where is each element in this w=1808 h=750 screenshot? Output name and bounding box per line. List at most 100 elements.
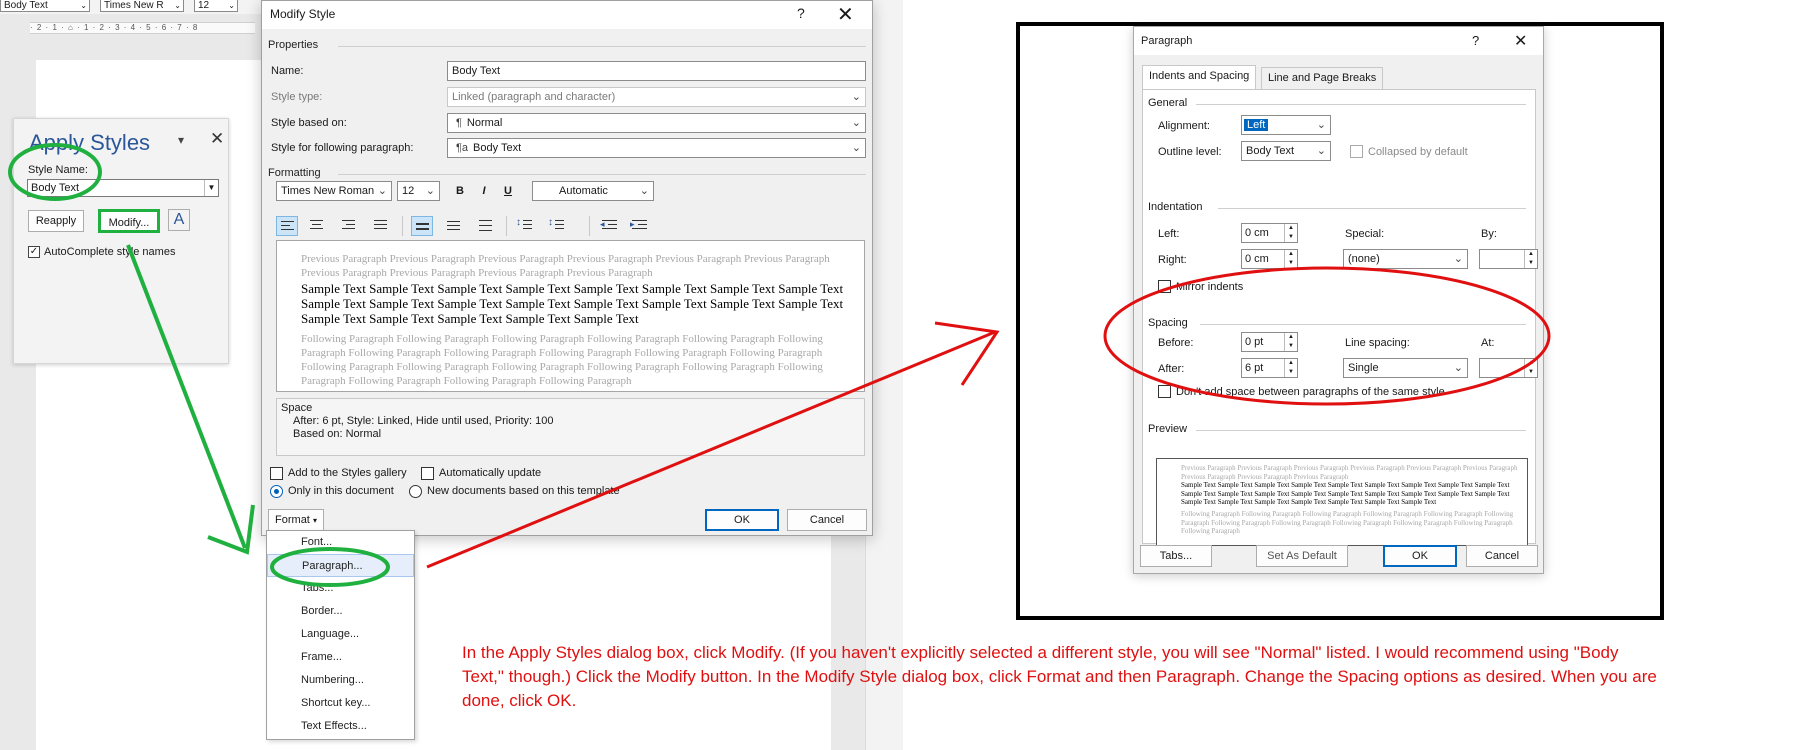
- special-label: Special:: [1345, 228, 1385, 240]
- auto-update-checkbox[interactable]: [421, 467, 434, 480]
- align-center-button[interactable]: [306, 216, 328, 236]
- right-indent-value: 0 cm: [1245, 253, 1269, 265]
- close-icon[interactable]: ✕: [837, 2, 854, 27]
- font-color-select[interactable]: Automatic ⌄: [532, 181, 654, 201]
- single-spacing-button[interactable]: [411, 216, 433, 236]
- close-icon[interactable]: ✕: [210, 129, 224, 149]
- up-down-arrow-icon: ↕: [516, 217, 521, 228]
- menu-item-language[interactable]: Language...: [267, 623, 414, 646]
- new-documents-radio[interactable]: [409, 485, 422, 498]
- name-value: Body Text: [452, 65, 501, 77]
- spinner-arrows-icon[interactable]: ▲ ▼: [1524, 359, 1537, 377]
- font-select[interactable]: Times New Roman ⌄: [276, 181, 392, 201]
- outline-level-label: Outline level:: [1158, 146, 1222, 158]
- help-icon[interactable]: ?: [797, 5, 805, 21]
- styles-pane-icon[interactable]: A: [168, 209, 190, 231]
- special-select[interactable]: (none) ⌄: [1343, 249, 1468, 269]
- based-on-select[interactable]: ¶ Normal ⌄: [447, 113, 866, 133]
- increase-indent-button[interactable]: ▸: [629, 216, 651, 236]
- cancel-button[interactable]: Cancel: [787, 509, 867, 531]
- size-value: 12: [402, 185, 415, 197]
- tabs-button[interactable]: Tabs...: [1140, 545, 1212, 567]
- modify-button[interactable]: Modify...: [98, 209, 160, 233]
- format-button[interactable]: Format ▾: [268, 509, 324, 531]
- before-spinner[interactable]: 0 pt ▲ ▼: [1241, 332, 1298, 352]
- dialog-title: Paragraph: [1141, 35, 1193, 47]
- format-button-label: Format: [275, 514, 310, 526]
- paragraph-dialog: Paragraph ? ✕ Indents and Spacing Line a…: [1133, 26, 1544, 574]
- spinner-arrows-icon[interactable]: ▲ ▼: [1284, 250, 1297, 268]
- preview-sample-text: Sample Text Sample Text Sample Text Samp…: [301, 281, 844, 326]
- left-indent-spinner[interactable]: 0 cm ▲ ▼: [1241, 223, 1298, 243]
- dont-add-space-checkbox[interactable]: [1158, 385, 1171, 398]
- tab-indents-and-spacing[interactable]: Indents and Spacing: [1142, 65, 1257, 90]
- increase-spacing-before-icon[interactable]: ↕: [514, 216, 536, 236]
- spinner-arrows-icon[interactable]: ▲ ▼: [1284, 359, 1297, 377]
- set-as-default-button[interactable]: Set As Default: [1256, 545, 1348, 567]
- style-name-input[interactable]: Body Text ▼: [27, 179, 219, 197]
- chevron-down-icon[interactable]: ▼: [204, 180, 218, 196]
- menu-item-frame[interactable]: Frame...: [267, 646, 414, 669]
- line-spacing-select[interactable]: Single ⌄: [1343, 358, 1468, 378]
- apply-styles-title: Apply Styles: [29, 130, 151, 155]
- help-icon[interactable]: ?: [1472, 33, 1479, 48]
- underline-button[interactable]: U: [498, 181, 518, 201]
- double-spacing-button[interactable]: [475, 216, 497, 236]
- menu-item-paragraph[interactable]: Paragraph...: [267, 554, 414, 577]
- spinner-arrows-icon[interactable]: ▲ ▼: [1284, 333, 1297, 351]
- menu-item-font[interactable]: Font...: [267, 531, 414, 554]
- menu-item-shortcut-key[interactable]: Shortcut key...: [267, 692, 414, 715]
- chevron-down-icon: ⌄: [174, 1, 181, 10]
- autocomplete-checkbox[interactable]: ✓: [28, 246, 40, 258]
- pane-options-icon[interactable]: ▾: [178, 133, 184, 147]
- size-select[interactable]: 12 ⌄: [397, 181, 440, 201]
- size-box[interactable]: 12 ⌄: [194, 0, 238, 12]
- preview-heading: Preview: [1148, 423, 1188, 435]
- menu-item-tabs[interactable]: Tabs...: [267, 577, 414, 600]
- menu-item-numbering[interactable]: Numbering...: [267, 669, 414, 692]
- ok-button[interactable]: OK: [705, 509, 779, 531]
- by-spinner[interactable]: ▲ ▼: [1479, 249, 1538, 269]
- linked-style-icon: ¶a: [456, 142, 469, 154]
- outline-level-select[interactable]: Body Text ⌄: [1241, 141, 1331, 161]
- italic-button[interactable]: I: [474, 181, 494, 201]
- collapsed-checkbox[interactable]: [1350, 145, 1363, 158]
- at-label: At:: [1481, 337, 1495, 349]
- menu-item-text-effects[interactable]: Text Effects...: [267, 715, 414, 738]
- align-left-button[interactable]: [276, 216, 298, 236]
- at-spinner[interactable]: ▲ ▼: [1479, 358, 1538, 378]
- ruler[interactable]: · 2 · 1 · ⌂ · 1 · 2 · 3 · 4 · 5 · 6 · 7 …: [30, 22, 255, 34]
- style-type-label: Style type:: [271, 91, 323, 103]
- mirror-indents-checkbox[interactable]: [1158, 280, 1171, 293]
- bold-button[interactable]: B: [450, 181, 470, 201]
- align-right-button[interactable]: [338, 216, 360, 236]
- menu-item-border[interactable]: Border...: [267, 600, 414, 623]
- spinner-arrows-icon[interactable]: ▲ ▼: [1284, 224, 1297, 242]
- alignment-value: Left: [1244, 119, 1269, 131]
- divider: [338, 46, 866, 47]
- cancel-button[interactable]: Cancel: [1466, 545, 1538, 567]
- decrease-indent-button[interactable]: ◂: [599, 216, 621, 236]
- reapply-button[interactable]: Reapply: [28, 210, 84, 232]
- properties-heading: Properties: [268, 39, 319, 51]
- after-spinner[interactable]: 6 pt ▲ ▼: [1241, 358, 1298, 378]
- by-label: By:: [1481, 228, 1497, 240]
- only-this-document-radio[interactable]: [270, 485, 283, 498]
- style-box[interactable]: Body Text ⌄: [0, 0, 90, 12]
- font-box-value: Times New R: [104, 0, 164, 11]
- spinner-arrows-icon[interactable]: ▲ ▼: [1524, 250, 1537, 268]
- font-box[interactable]: Times New R ⌄: [100, 0, 184, 12]
- font-value: Times New Roman: [281, 185, 375, 197]
- alignment-select[interactable]: Left ⌄: [1241, 115, 1331, 135]
- name-input[interactable]: Body Text: [447, 61, 866, 81]
- one-half-spacing-button[interactable]: [443, 216, 465, 236]
- decrease-spacing-before-icon[interactable]: ↕: [546, 216, 568, 236]
- close-icon[interactable]: ✕: [1514, 31, 1527, 51]
- right-indent-spinner[interactable]: 0 cm ▲ ▼: [1241, 249, 1298, 269]
- add-to-gallery-checkbox[interactable]: [270, 467, 283, 480]
- tab-line-and-page-breaks[interactable]: Line and Page Breaks: [1261, 67, 1384, 89]
- ok-button[interactable]: OK: [1383, 545, 1457, 567]
- dialog-title: Modify Style: [270, 7, 336, 21]
- justify-button[interactable]: [370, 216, 392, 236]
- following-select[interactable]: ¶a Body Text ⌄: [447, 138, 866, 158]
